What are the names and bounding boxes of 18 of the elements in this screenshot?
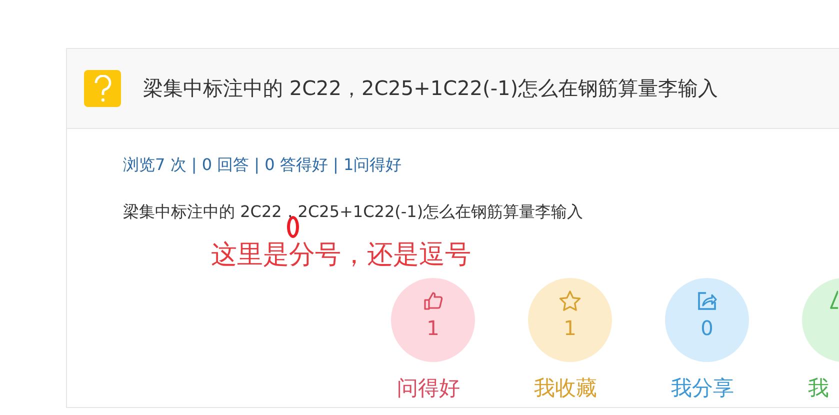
thumbs-up-icon [422, 290, 444, 312]
question-title: 梁集中标注中的 2C22，2C25+1C22(-1)怎么在钢筋算量李输入 [143, 75, 718, 102]
star-icon [558, 290, 582, 312]
action-label[interactable]: 我收藏 [528, 374, 612, 402]
favorite-button[interactable]: 1 [528, 278, 612, 362]
action-label[interactable]: 我 [802, 374, 839, 402]
annotation-text: 这里是分号，还是逗号 [211, 239, 472, 272]
question-stats: 浏览7 次 | 0 回答 | 0 答得好 | 1问得好 [123, 155, 403, 176]
share-icon [696, 290, 718, 312]
question-icon [84, 70, 121, 107]
action-label[interactable]: 我分享 [665, 374, 749, 402]
count-text: 1 [564, 316, 576, 340]
like-button[interactable]: 1 [391, 278, 475, 362]
count-text: 0 [700, 316, 714, 340]
annotation-circle [287, 216, 299, 238]
count-text: 1 [426, 316, 440, 340]
share-button[interactable]: 0 [665, 278, 749, 362]
action-label[interactable]: 问得好 [391, 374, 475, 402]
